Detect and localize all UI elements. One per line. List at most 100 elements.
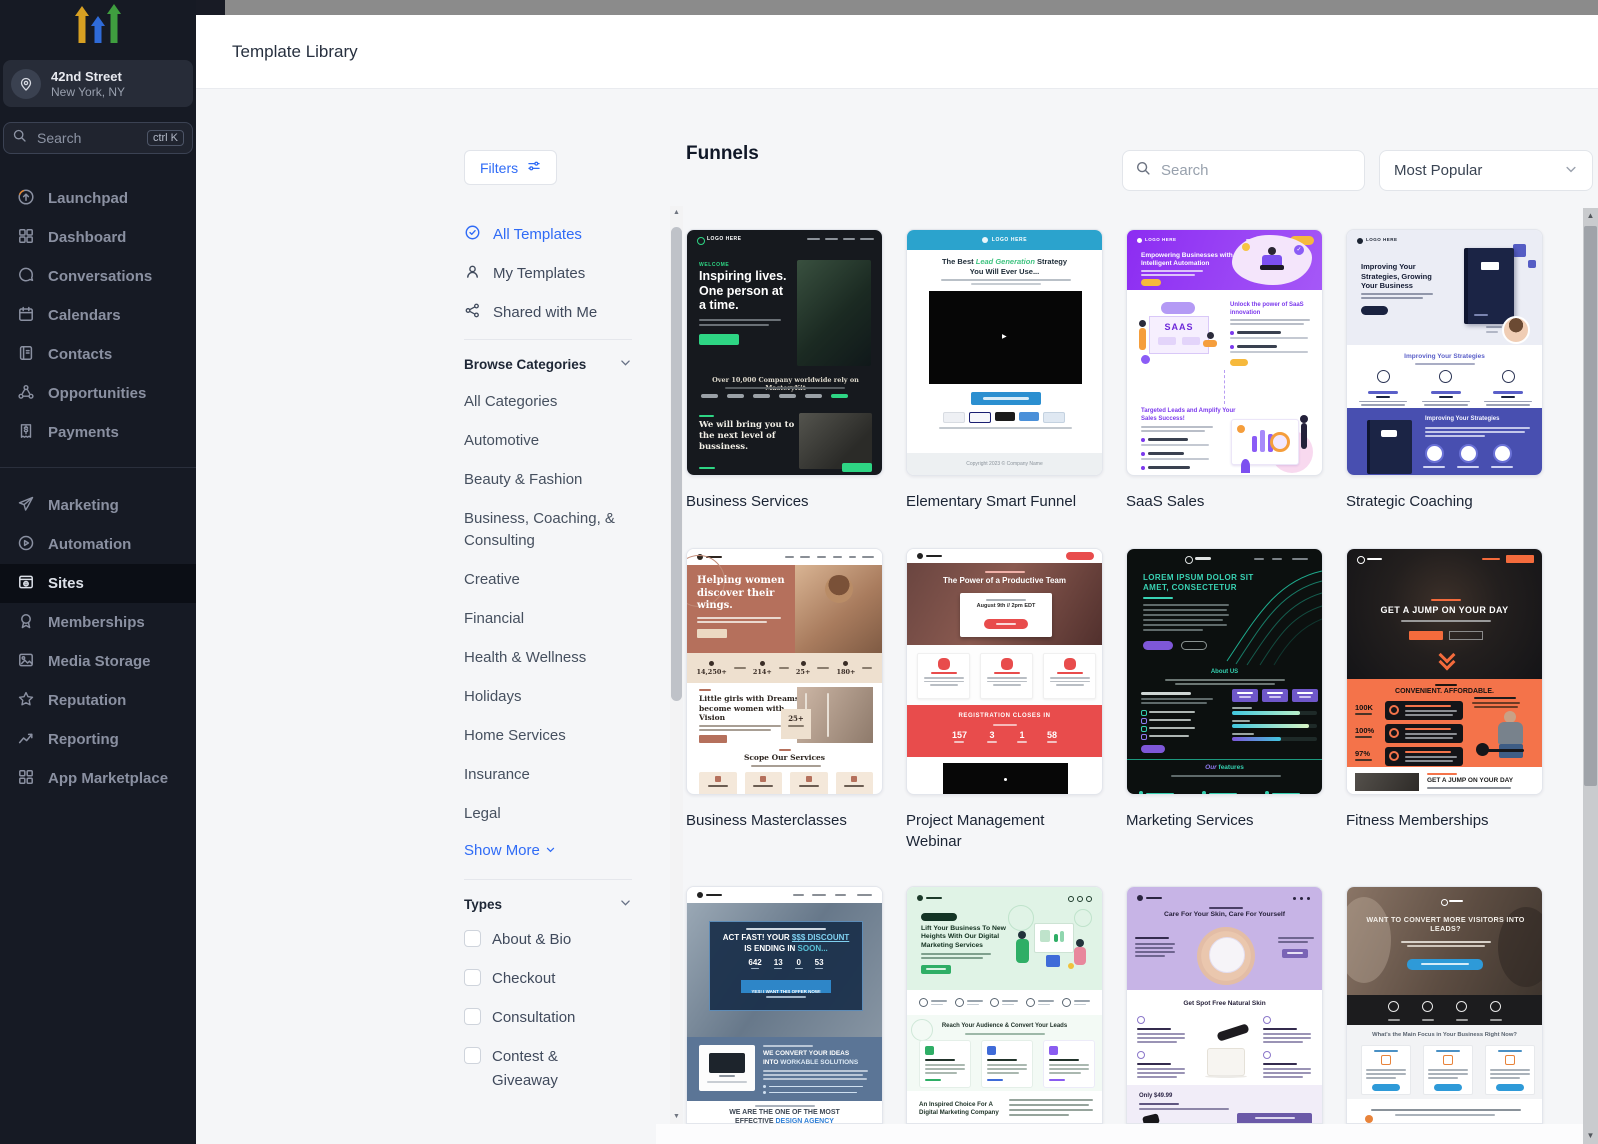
template-thumbnail[interactable]: WANT TO CONVERT MORE VISITORS INTOLEADS? <box>1346 886 1543 1124</box>
template-card-project-management-webinar[interactable]: The Power of a Productive Team August 9t… <box>906 548 1103 852</box>
template-card-strategic-coaching[interactable]: LOGO HERE Improving YourStrategies, Grow… <box>1346 229 1543 512</box>
scrollbar-thumb[interactable] <box>1584 226 1597 786</box>
template-card-leads-webinar[interactable]: WANT TO CONVERT MORE VISITORS INTOLEADS? <box>1346 886 1543 1124</box>
template-thumbnail[interactable]: Care For Your Skin, Care For Yourself <box>1126 886 1323 1124</box>
template-library-body: Filters All Templates My Templates Share… <box>196 89 1598 1144</box>
thumb-mid-heading: WE CONVERT YOUR IDEAS <box>763 1050 849 1057</box>
scroll-down-arrow[interactable]: ▼ <box>1583 1128 1598 1144</box>
types-header[interactable]: Types <box>464 896 632 912</box>
type-contest-giveaway[interactable]: Contest & Giveaway <box>464 1045 604 1093</box>
sort-dropdown[interactable]: Most Popular <box>1379 150 1593 191</box>
view-all-templates[interactable]: All Templates <box>464 222 632 246</box>
sidebar-search-input[interactable] <box>35 129 139 147</box>
category-legal[interactable]: Legal <box>464 794 632 833</box>
template-row: LOGO HERE WELCOME Inspiring lives.One pe… <box>686 229 1543 512</box>
main-panel: Template Library Filters All Templates M… <box>196 15 1598 1144</box>
filters-button[interactable]: Filters <box>464 150 557 185</box>
template-card-elementary-smart-funnel[interactable]: LOGO HERE The Best Lead Generation Strat… <box>906 229 1103 512</box>
template-row: ACT FAST! YOUR $$$ DISCOUNT IS ENDING IN… <box>686 886 1543 1124</box>
scrollbar-thumb[interactable] <box>671 227 682 701</box>
template-card-discount-offer[interactable]: ACT FAST! YOUR $$$ DISCOUNT IS ENDING IN… <box>686 886 883 1124</box>
template-card-business-masterclasses[interactable]: Helping womendiscover theirwings. 14,250… <box>686 548 883 852</box>
sidebar-item-calendars[interactable]: Calendars <box>0 296 196 335</box>
funnels-heading: Funnels <box>686 143 759 165</box>
template-card-skin-care[interactable]: Care For Your Skin, Care For Yourself <box>1126 886 1323 1124</box>
template-thumbnail[interactable]: LOGO HERE Empowering Businesses withInte… <box>1126 229 1323 476</box>
template-thumbnail[interactable]: ACT FAST! YOUR $$$ DISCOUNT IS ENDING IN… <box>686 886 883 1124</box>
chevron-down-icon <box>1564 162 1578 180</box>
sidebar-item-memberships[interactable]: Memberships <box>0 603 196 642</box>
grid-bottom-edge <box>656 1124 1583 1144</box>
template-thumbnail[interactable]: LOGO HERE The Best Lead Generation Strat… <box>906 229 1103 476</box>
thumb-hero: LOGO HERE Improving YourStrategies, Grow… <box>1347 230 1542 345</box>
checkbox[interactable] <box>464 1008 481 1025</box>
template-search-input[interactable] <box>1159 161 1352 180</box>
template-thumbnail[interactable]: LOGO HERE WELCOME Inspiring lives.One pe… <box>686 229 883 476</box>
trend-line-icon <box>17 729 35 751</box>
thumb-hero: Lift Your Business To NewHeights With Ou… <box>907 887 1102 990</box>
window-scrollbar[interactable]: ▲ ▼ <box>1583 208 1598 1144</box>
sidebar-search[interactable]: ctrl K <box>3 122 193 154</box>
category-health-wellness[interactable]: Health & Wellness <box>464 638 632 677</box>
template-card-saas-sales[interactable]: LOGO HERE Empowering Businesses withInte… <box>1126 229 1323 512</box>
template-search[interactable] <box>1122 150 1365 191</box>
template-card-fitness-memberships[interactable]: GET A JUMP ON YOUR DAY CONVENIENT. AFFOR… <box>1346 548 1543 852</box>
template-thumbnail[interactable]: LOGO HERE Improving YourStrategies, Grow… <box>1346 229 1543 476</box>
grid-scrollbar[interactable]: ▲ ▼ <box>670 206 683 1124</box>
view-shared-with-me[interactable]: Shared with Me <box>464 300 632 324</box>
scroll-up-arrow[interactable]: ▲ <box>670 206 683 220</box>
template-thumbnail[interactable]: LOREM IPSUM DOLOR SITAMET, CONSECTETUR <box>1126 548 1323 795</box>
checkbox[interactable] <box>464 930 481 947</box>
category-beauty-fashion[interactable]: Beauty & Fashion <box>464 460 632 499</box>
sidebar-item-media-storage[interactable]: Media Storage <box>0 642 196 681</box>
location-switcher[interactable]: 42nd Street New York, NY <box>3 60 193 107</box>
sidebar-item-reputation[interactable]: Reputation <box>0 681 196 720</box>
category-financial[interactable]: Financial <box>464 599 632 638</box>
user-icon <box>464 263 481 284</box>
type-about-bio[interactable]: About & Bio <box>464 928 632 952</box>
sidebar-item-conversations[interactable]: Conversations <box>0 257 196 296</box>
sidebar-item-opportunities[interactable]: Opportunities <box>0 374 196 413</box>
scroll-up-arrow[interactable]: ▲ <box>1583 208 1598 224</box>
type-checkout[interactable]: Checkout <box>464 967 632 991</box>
type-consultation[interactable]: Consultation <box>464 1006 632 1030</box>
sidebar-item-reporting[interactable]: Reporting <box>0 720 196 759</box>
browse-categories-header[interactable]: Browse Categories <box>464 356 632 372</box>
sidebar-item-dashboard[interactable]: Dashboard <box>0 218 196 257</box>
template-thumbnail[interactable]: Lift Your Business To NewHeights With Ou… <box>906 886 1103 1124</box>
chevron-down-icon <box>619 896 632 912</box>
template-thumbnail[interactable]: The Power of a Productive Team August 9t… <box>906 548 1103 795</box>
thumb-header: LOGO HERE Empowering Businesses withInte… <box>1127 230 1322 290</box>
category-automotive[interactable]: Automotive <box>464 421 632 460</box>
show-more-link[interactable]: Show More <box>464 833 632 867</box>
template-card-digital-marketing[interactable]: Lift Your Business To NewHeights With Ou… <box>906 886 1103 1124</box>
sidebar-item-marketing[interactable]: Marketing <box>0 486 196 525</box>
checkbox[interactable] <box>464 1047 481 1064</box>
template-title: SaaS Sales <box>1126 491 1323 512</box>
category-business-coaching[interactable]: Business, Coaching, & Consulting <box>464 499 632 560</box>
category-insurance[interactable]: Insurance <box>464 755 632 794</box>
template-thumbnail[interactable]: GET A JUMP ON YOUR DAY CONVENIENT. AFFOR… <box>1346 548 1543 795</box>
view-my-templates[interactable]: My Templates <box>464 261 632 285</box>
thumb-footer-heading: An Inspired Choice For ADigital Marketin… <box>919 1101 999 1117</box>
category-home-services[interactable]: Home Services <box>464 716 632 755</box>
thumb-illustration <box>1008 905 1098 983</box>
template-card-business-services[interactable]: LOGO HERE WELCOME Inspiring lives.One pe… <box>686 229 883 512</box>
sidebar-item-app-marketplace[interactable]: App Marketplace <box>0 759 196 798</box>
category-holidays[interactable]: Holidays <box>464 677 632 716</box>
category-all[interactable]: All Categories <box>464 382 632 421</box>
sidebar-item-sites[interactable]: Sites <box>0 564 196 603</box>
template-thumbnail[interactable]: Helping womendiscover theirwings. 14,250… <box>686 548 883 795</box>
sidebar-item-contacts[interactable]: Contacts <box>0 335 196 374</box>
top-strip-overlay <box>225 0 1598 15</box>
template-card-marketing-services[interactable]: LOREM IPSUM DOLOR SITAMET, CONSECTETUR <box>1126 548 1323 852</box>
scroll-down-arrow[interactable]: ▼ <box>670 1110 683 1124</box>
sidebar-item-payments[interactable]: Payments <box>0 413 196 452</box>
thumb-services-heading: Scope Our Services <box>687 753 882 762</box>
sidebar-item-automation[interactable]: Automation <box>0 525 196 564</box>
sidebar-item-launchpad[interactable]: Launchpad <box>0 179 196 218</box>
search-icon <box>1135 160 1151 181</box>
template-title: Marketing Services <box>1126 810 1323 831</box>
category-creative[interactable]: Creative <box>464 560 632 599</box>
checkbox[interactable] <box>464 969 481 986</box>
